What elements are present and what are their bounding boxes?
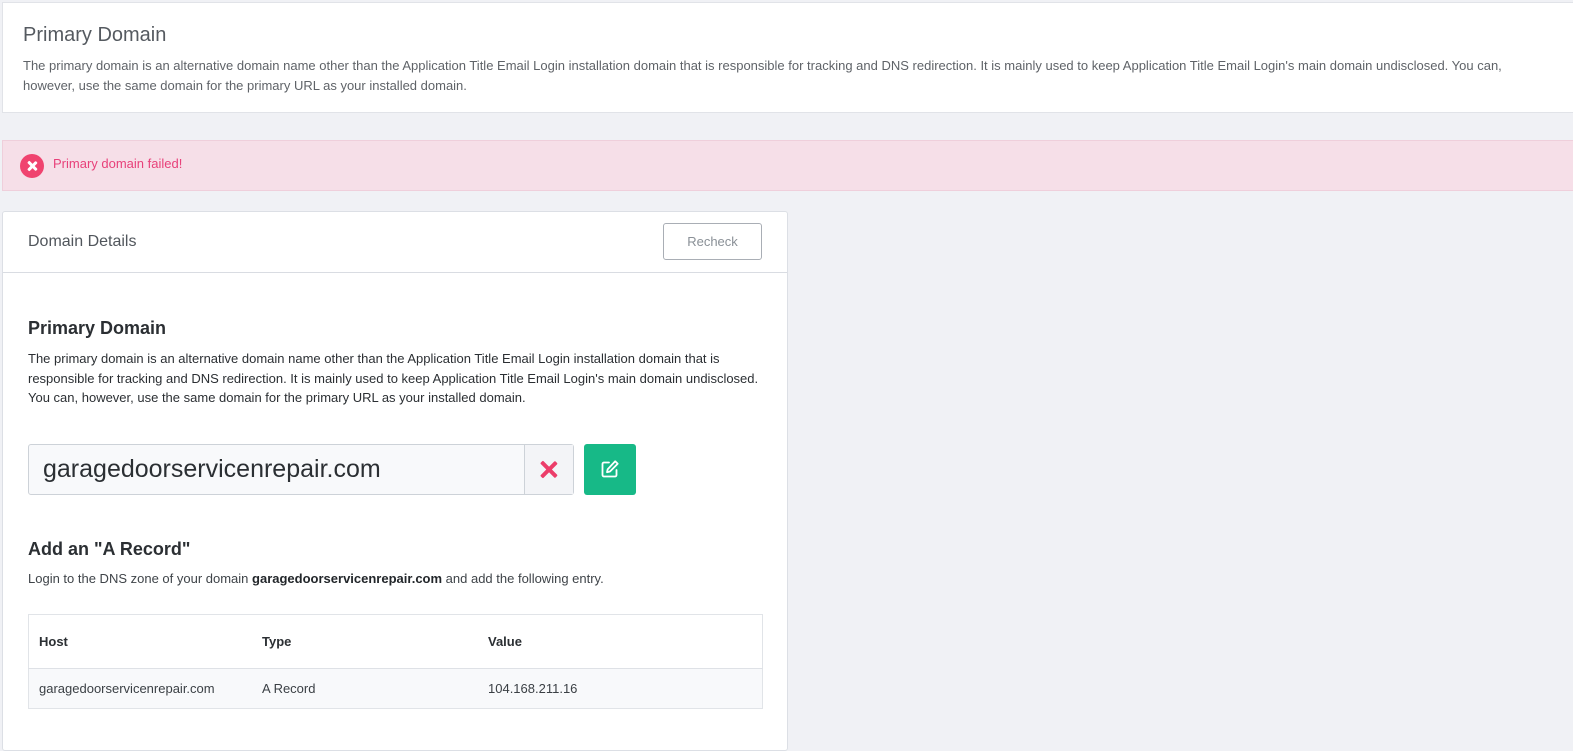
page-description: The primary domain is an alternative dom… (23, 58, 1502, 93)
table-row: garagedoorservicenrepair.com A Record 10… (28, 668, 763, 709)
domain-details-card: Domain Details Recheck Primary Domain Th… (2, 211, 788, 751)
recheck-button[interactable]: Recheck (663, 223, 762, 260)
primary-domain-description: The primary domain is an alternative dom… (28, 351, 759, 405)
card-title: Domain Details (28, 233, 137, 250)
edit-icon (601, 460, 619, 478)
card-header: Domain Details Recheck (3, 212, 787, 273)
domain-input[interactable] (29, 445, 524, 494)
a-record-heading: Add an "A Record" (28, 539, 191, 559)
page-title: Primary Domain (23, 24, 167, 46)
cell-value: 104.168.211.16 (478, 668, 763, 709)
error-alert: Primary domain failed! (2, 140, 1573, 191)
dns-records-table: Host Type Value garagedoorservicenrepair… (28, 614, 763, 709)
primary-domain-heading: Primary Domain (28, 318, 167, 338)
cell-type: A Record (252, 668, 478, 709)
column-header-value: Value (478, 614, 763, 669)
edit-domain-button[interactable] (584, 444, 636, 495)
alert-message: Primary domain failed! (53, 156, 183, 171)
error-circle-icon (20, 154, 44, 178)
primary-domain-info-card: Primary Domain The primary domain is an … (2, 2, 1573, 113)
dns-instruction-suffix: and add the following entry. (442, 571, 604, 586)
dns-instruction: Login to the DNS zone of your domain gar… (28, 571, 604, 586)
close-icon[interactable] (524, 445, 573, 494)
dns-instruction-prefix: Login to the DNS zone of your domain (28, 571, 253, 586)
column-header-host: Host (28, 614, 252, 669)
table-header-row: Host Type Value (28, 614, 763, 669)
cell-host: garagedoorservicenrepair.com (28, 668, 252, 709)
domain-input-group (28, 444, 574, 495)
column-header-type: Type (252, 614, 478, 669)
dns-instruction-domain: garagedoorservicenrepair.com (252, 571, 443, 586)
